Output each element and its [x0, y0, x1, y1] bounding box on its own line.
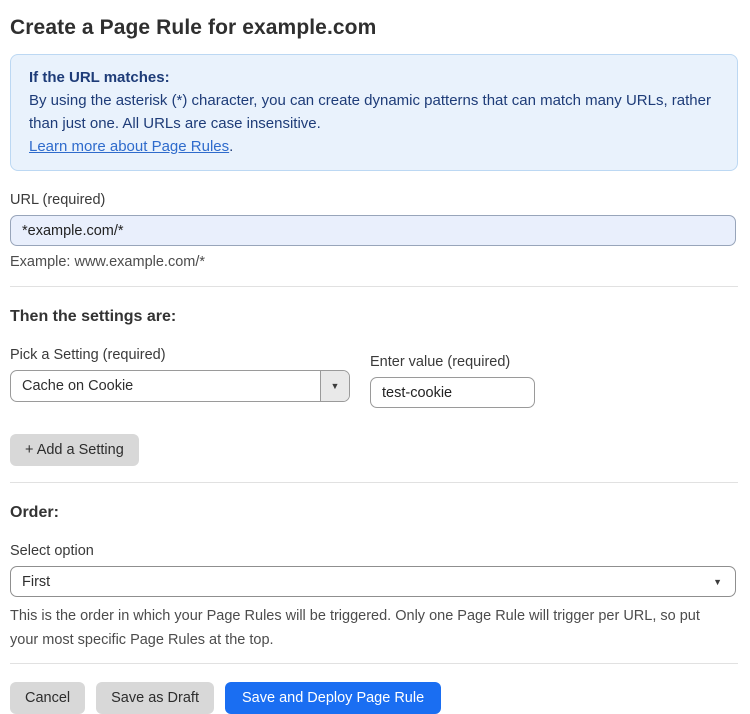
setting-value-label: Enter value (required) [370, 354, 511, 370]
order-divider [10, 482, 738, 483]
settings-heading: Then the settings are: [10, 308, 177, 325]
footer-divider [10, 663, 738, 664]
order-select[interactable]: First ▼ [10, 566, 736, 597]
url-field-label: URL (required) [10, 192, 106, 208]
chevron-down-icon: ▼ [330, 381, 340, 391]
order-help-text: This is the order in which your Page Rul… [10, 608, 700, 648]
link-suffix: . [229, 138, 234, 155]
save-as-draft-button[interactable]: Save as Draft [96, 682, 214, 714]
url-input[interactable] [10, 215, 736, 246]
setting-value-column: Enter value (required) [370, 326, 535, 408]
setting-select-arrow-button[interactable]: ▼ [320, 371, 349, 401]
cancel-button[interactable]: Cancel [10, 682, 86, 714]
page-title: Create a Page Rule for example.com [10, 16, 377, 39]
footer-button-row: Cancel Save as Draft Save and Deploy Pag… [10, 682, 738, 714]
order-heading: Order: [10, 504, 59, 521]
setting-select-value: Cache on Cookie [22, 378, 134, 394]
setting-value-input[interactable] [370, 377, 535, 408]
setting-select[interactable]: Cache on Cookie ▼ [10, 370, 350, 402]
setting-picker-label: Pick a Setting (required) [10, 347, 166, 363]
chevron-down-icon: ▼ [713, 576, 722, 587]
save-and-deploy-button[interactable]: Save and Deploy Page Rule [224, 682, 442, 714]
setting-picker-column: Pick a Setting (required) Cache on Cooki… [10, 326, 350, 402]
info-box-heading: If the URL matches: [29, 69, 170, 86]
info-box-link-line: Learn more about Page Rules. [29, 135, 719, 158]
settings-row: Pick a Setting (required) Cache on Cooki… [10, 326, 738, 408]
url-example-hint: Example: www.example.com/* [10, 254, 206, 270]
info-box-body: By using the asterisk (*) character, you… [29, 92, 711, 132]
url-match-info-box: If the URL matches: By using the asteris… [10, 54, 738, 171]
page-rule-form: Create a Page Rule for example.com If th… [0, 0, 750, 714]
add-setting-button[interactable]: + Add a Setting [10, 434, 139, 466]
section-divider [10, 286, 738, 287]
learn-more-link[interactable]: Learn more about Page Rules [29, 138, 229, 155]
order-select-value: First [22, 573, 51, 590]
order-select-label: Select option [10, 543, 94, 559]
